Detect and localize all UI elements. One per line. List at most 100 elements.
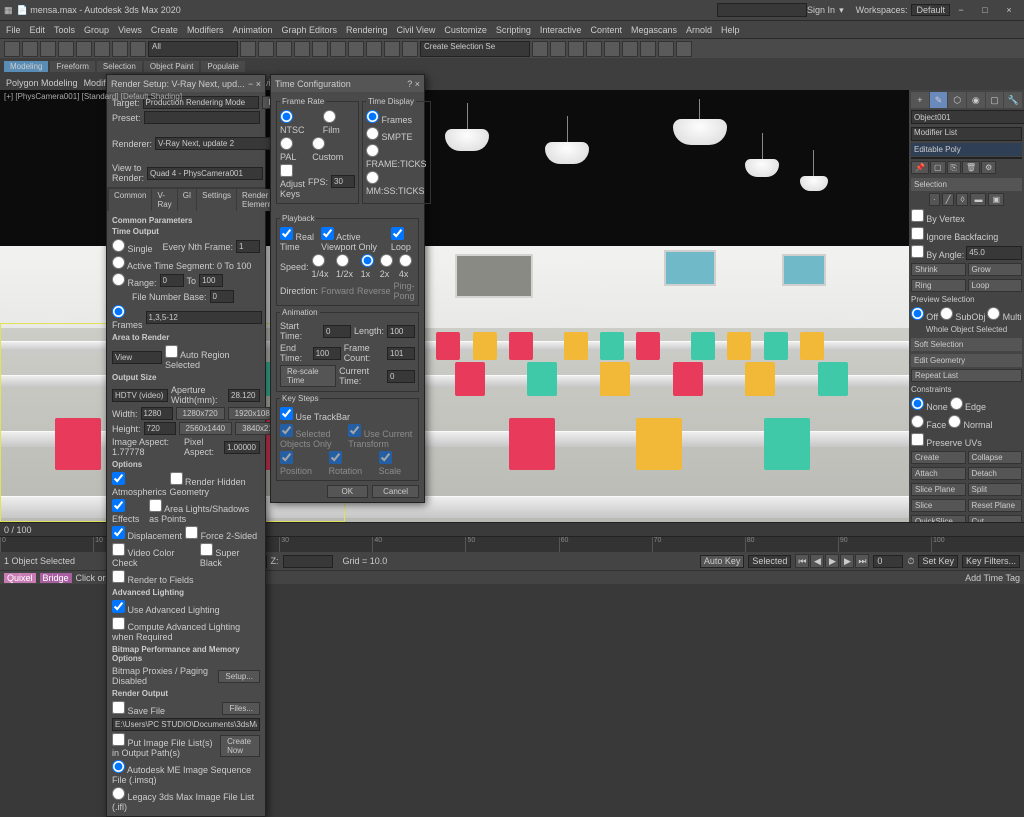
menu-group[interactable]: Group (84, 25, 109, 35)
object-name-field[interactable] (911, 110, 1024, 124)
panel-polymodeling[interactable]: Polygon Modeling (6, 78, 78, 88)
end-field[interactable] (313, 347, 341, 360)
subobj-element[interactable]: ▣ (988, 193, 1004, 206)
setkey-button[interactable]: Set Key (918, 555, 958, 568)
quixel-tag[interactable]: Quixel (4, 573, 36, 583)
layers-button[interactable] (568, 41, 584, 57)
time-config-dialog[interactable]: Time Configuration? × Frame Rate NTSC Fi… (270, 74, 425, 503)
s3[interactable] (361, 254, 374, 267)
configure-button[interactable]: ⚙ (981, 161, 996, 174)
rollout-editgeo[interactable]: Edit Geometry (911, 354, 1022, 367)
render-production-button[interactable] (676, 41, 692, 57)
close-button[interactable]: × (998, 2, 1020, 18)
subobj-border[interactable]: ◊ (956, 193, 968, 206)
tab-display-icon[interactable]: ▢ (986, 92, 1004, 108)
files-button[interactable]: Files... (222, 702, 260, 715)
show-end-button[interactable]: ▢ (930, 161, 946, 174)
preserveuv-check[interactable] (911, 433, 924, 446)
menu-animation[interactable]: Animation (232, 25, 272, 35)
signin-link[interactable]: Sign In (807, 5, 835, 15)
play-button[interactable]: ▶ (825, 554, 839, 568)
keyfilters-button[interactable]: Key Filters... (962, 555, 1020, 568)
createnow-button[interactable]: Create Now (220, 735, 260, 757)
minimize-button[interactable]: − (950, 2, 972, 18)
subobj-edge[interactable]: ╱ (942, 193, 955, 206)
quickslice-button[interactable]: QuickSlice (911, 515, 966, 522)
prev-subobj[interactable] (940, 307, 953, 320)
avo-check[interactable] (321, 227, 334, 240)
td-mmsst[interactable] (366, 171, 379, 184)
s5[interactable] (399, 254, 412, 267)
preset1[interactable]: 1280x720 (176, 407, 225, 420)
tab-hierarchy-icon[interactable]: ⬡ (948, 92, 966, 108)
prev-frame-button[interactable]: ◀ (810, 554, 824, 568)
single-radio[interactable] (112, 239, 125, 252)
prev-off[interactable] (911, 307, 924, 320)
rtab-common[interactable]: Common (109, 189, 151, 211)
usecur-check[interactable] (348, 424, 361, 437)
putimg-check[interactable] (112, 733, 125, 746)
create-button[interactable]: Create (911, 451, 966, 464)
hdtv-select[interactable] (112, 389, 168, 402)
adjkeys-check[interactable] (280, 164, 293, 177)
tab-objectpaint[interactable]: Object Paint (144, 61, 200, 72)
vcc-check[interactable] (112, 543, 125, 556)
schematic-button[interactable] (604, 41, 620, 57)
subobj-poly[interactable]: ▬ (970, 193, 986, 206)
menu-help[interactable]: Help (721, 25, 740, 35)
pos-check[interactable] (280, 451, 293, 464)
c-normal[interactable] (948, 415, 961, 428)
cancel-button[interactable]: Cancel (372, 485, 419, 498)
range-radio[interactable] (112, 273, 125, 286)
rot-check[interactable] (329, 451, 342, 464)
remove-mod-button[interactable]: 🗑 (962, 161, 980, 174)
rollout-selection[interactable]: Selection (911, 178, 1022, 191)
rtab-settings[interactable]: Settings (197, 189, 236, 211)
loop-check[interactable] (391, 227, 404, 240)
tab-populate[interactable]: Populate (201, 61, 245, 72)
rollout-softsel[interactable]: Soft Selection (911, 338, 1022, 351)
resetplane-button[interactable]: Reset Plane (968, 499, 1023, 512)
autokey-button[interactable]: Auto Key (700, 555, 745, 568)
percentsnap-button[interactable] (384, 41, 400, 57)
area-select[interactable] (112, 351, 162, 364)
length-field[interactable] (387, 325, 415, 338)
timeconfig-icon[interactable]: ⏱ (907, 556, 914, 567)
autoregion-check[interactable] (165, 345, 178, 358)
pivot-button[interactable] (330, 41, 346, 57)
pal-radio[interactable] (280, 137, 293, 150)
active-radio[interactable] (112, 256, 125, 269)
goto-end-button[interactable]: ⏭ (855, 554, 869, 568)
preset-select[interactable] (144, 111, 260, 124)
tab-create-icon[interactable]: + (911, 92, 929, 108)
material-editor-button[interactable] (622, 41, 638, 57)
render-setup-button[interactable] (640, 41, 656, 57)
grow-button[interactable]: Grow (968, 263, 1023, 276)
tab-selection[interactable]: Selection (97, 61, 142, 72)
atmo-check[interactable] (112, 472, 125, 485)
frames-field[interactable] (146, 311, 262, 324)
td-smpte[interactable] (366, 127, 379, 140)
disp-check[interactable] (112, 526, 125, 539)
s1[interactable] (312, 254, 325, 267)
rtab-gi[interactable]: GI (178, 189, 196, 211)
custom-radio[interactable] (312, 137, 325, 150)
loop-button[interactable]: Loop (968, 279, 1023, 292)
window-cross-button[interactable] (130, 41, 146, 57)
menu-megascans[interactable]: Megascans (631, 25, 677, 35)
range0[interactable] (160, 274, 184, 287)
scale-check[interactable] (379, 451, 392, 464)
selonly-check[interactable] (280, 424, 293, 437)
f2s-check[interactable] (185, 526, 198, 539)
usetrack-check[interactable] (280, 407, 293, 420)
time-dlg-close[interactable]: ? × (407, 79, 420, 89)
rtab-vray[interactable]: V-Ray (152, 189, 176, 211)
compute-check[interactable] (112, 617, 125, 630)
redo-button[interactable] (22, 41, 38, 57)
ok-button[interactable]: OK (327, 485, 369, 498)
menu-arnold[interactable]: Arnold (686, 25, 712, 35)
pixaspect-field[interactable] (224, 441, 260, 454)
ring-button[interactable]: Ring (911, 279, 966, 292)
rhg-check[interactable] (170, 472, 183, 485)
bridge-tag[interactable]: Bridge (40, 573, 72, 583)
